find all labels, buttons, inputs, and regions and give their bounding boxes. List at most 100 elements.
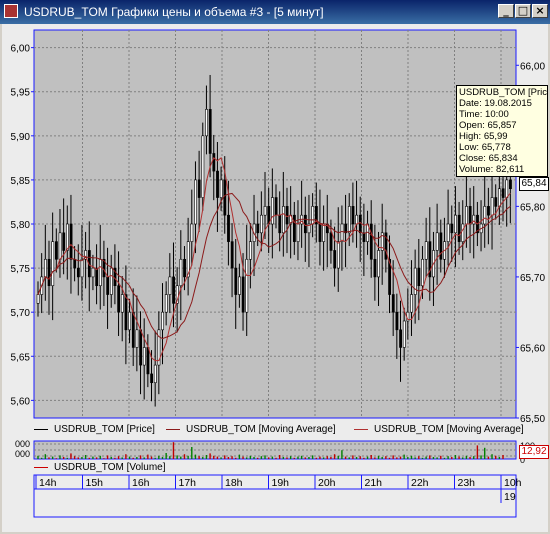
volume-bar	[315, 457, 317, 459]
volume-bar	[399, 456, 402, 459]
volume-bar	[260, 456, 263, 459]
candle-body	[109, 267, 113, 295]
candle-body	[454, 214, 457, 234]
volume-bar	[37, 455, 39, 459]
left-tick-label: 6,00	[11, 44, 31, 55]
volume-bar	[308, 457, 310, 459]
left-tick-label: 5,60	[11, 396, 31, 407]
volume-bar	[40, 457, 43, 459]
legend-item-price[interactable]: USDRUB_TOM [Price]	[34, 424, 155, 435]
candle-body	[358, 214, 362, 234]
left-tick-label: 5,80	[11, 220, 31, 231]
volume-bar	[147, 454, 149, 459]
candle-body	[402, 320, 406, 348]
candle-body	[98, 258, 102, 287]
volume-bar	[44, 454, 47, 459]
volume-bar	[344, 456, 347, 459]
volume-bar	[246, 457, 248, 459]
candle-body	[435, 232, 439, 251]
candle-body	[362, 232, 366, 242]
volume-bar	[132, 457, 134, 459]
candle-body	[509, 179, 512, 190]
volume-bar	[454, 455, 457, 459]
volume-bar	[172, 442, 175, 459]
volume-bar	[213, 455, 215, 459]
volume-bar	[183, 454, 186, 459]
tooltip-time: Time: 10:00	[459, 109, 509, 120]
candle-body	[238, 276, 241, 295]
candle-body	[311, 206, 315, 225]
candle-body	[161, 311, 164, 331]
volume-bar	[337, 455, 339, 459]
candle-body	[501, 188, 505, 198]
time-tick-label: 16h	[132, 477, 150, 489]
candle-body	[505, 179, 509, 198]
candle-body	[256, 223, 260, 234]
volume-bar	[480, 455, 482, 459]
volume-bar	[77, 457, 79, 459]
candle-body	[450, 223, 454, 234]
candle-body	[150, 373, 154, 384]
volume-bar	[187, 455, 189, 459]
current-volume-label: 12,92	[519, 445, 549, 459]
volume-bar	[458, 456, 460, 459]
volume-bar	[462, 457, 464, 459]
right-tick-label: 65,80	[520, 202, 545, 213]
candle-body	[190, 223, 194, 242]
volume-bar	[205, 455, 208, 459]
volume-bar	[311, 455, 314, 459]
candle-body	[249, 241, 252, 260]
candle-body	[76, 267, 80, 278]
candle-body	[194, 179, 197, 225]
candle-body	[439, 232, 443, 260]
volume-bar	[169, 456, 171, 459]
candle-body	[65, 223, 69, 251]
candle-body	[490, 197, 494, 216]
legend-item-ma1[interactable]: USDRUB_TOM [Moving Average]	[166, 424, 336, 435]
candle-body	[146, 347, 150, 375]
tooltip-close: Close: 65,834	[459, 153, 518, 164]
volume-bar	[286, 457, 288, 459]
volume-bar	[366, 456, 369, 459]
volume-bar	[191, 447, 193, 459]
candle-body	[91, 267, 95, 278]
legend-item-volume[interactable]: USDRUB_TOM [Volume]	[34, 462, 166, 473]
volume-bar	[224, 455, 226, 459]
candle-body	[245, 258, 249, 313]
legend-label: USDRUB_TOM [Volume]	[54, 462, 166, 473]
candle-body	[399, 329, 402, 348]
candle-body	[260, 214, 263, 234]
volume-bar	[202, 457, 204, 459]
volume-bar	[385, 456, 387, 459]
volume-bar	[381, 457, 383, 459]
tooltip-series: USDRUB_TOM [Price	[459, 87, 548, 98]
volume-bar	[388, 457, 391, 459]
candle-body	[55, 241, 58, 260]
volume-bar	[289, 456, 292, 459]
legend-swatch	[166, 428, 180, 430]
volume-bar	[326, 456, 328, 459]
volume-bar	[443, 457, 446, 459]
candle-body	[212, 153, 216, 172]
candle-body	[36, 294, 40, 304]
volume-bar	[267, 457, 270, 459]
legend-item-ma2[interactable]: USDRUB_TOM [Moving Average]	[354, 424, 524, 435]
candle-body	[271, 197, 274, 225]
volume-bar	[429, 455, 431, 459]
volume-bar	[117, 456, 120, 459]
candle-body	[205, 109, 208, 137]
left-tick-label: 5,95	[11, 88, 31, 99]
day-tick-label: 19	[504, 491, 516, 503]
candle-body	[336, 241, 340, 269]
volume-bar	[235, 457, 237, 459]
tooltip-date: Date: 19.08.2015	[459, 98, 532, 109]
time-tick-label: 22h	[411, 477, 429, 489]
legend-label: USDRUB_TOM [Price]	[54, 424, 155, 435]
volume-bar	[238, 454, 241, 459]
volume-bar	[95, 457, 98, 459]
candle-body	[457, 214, 461, 242]
volume-bar	[198, 456, 200, 459]
chart-canvas[interactable]: 6,00 5,95 5,90 5,85 5,80 5,75 5,70 5,65 5,60 66,…	[0, 0, 550, 534]
candle-body	[278, 214, 282, 234]
volume-bar	[407, 457, 409, 459]
